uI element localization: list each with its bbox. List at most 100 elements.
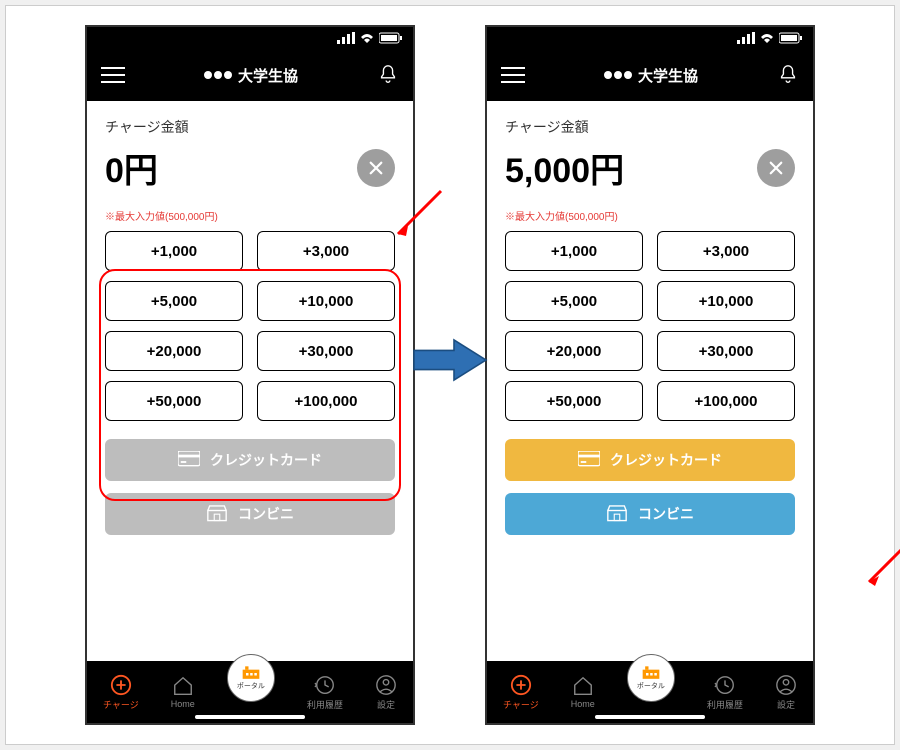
amount-button-grid: +1,000 +3,000 +5,000 +10,000 +20,000 +30…	[505, 231, 795, 421]
plus-circle-icon	[510, 674, 532, 696]
nav-portal-label: ポータル	[237, 681, 265, 691]
amount-btn-20000[interactable]: +20,000	[505, 331, 643, 371]
content-area: チャージ金額 0円 ※最大入力値(500,000円) +1,000 +3,000…	[87, 101, 413, 661]
amount-btn-100000[interactable]: +100,000	[257, 381, 395, 421]
portal-icon	[641, 666, 661, 680]
status-bar	[487, 27, 813, 49]
plus-circle-icon	[110, 674, 132, 696]
amount-btn-1000[interactable]: +1,000	[105, 231, 243, 271]
amount-btn-3000[interactable]: +3,000	[257, 231, 395, 271]
amount-btn-30000[interactable]: +30,000	[657, 331, 795, 371]
nav-home[interactable]: Home	[171, 675, 195, 709]
amount-btn-1000[interactable]: +1,000	[505, 231, 643, 271]
nav-settings-label: 設定	[777, 698, 795, 711]
app-header: 大学生協	[87, 49, 413, 101]
amount-btn-50000[interactable]: +50,000	[105, 381, 243, 421]
convenience-store-button[interactable]: コンビニ	[105, 493, 395, 535]
history-icon	[714, 674, 736, 696]
home-indicator	[195, 715, 305, 719]
annotation-arrow-icon	[861, 546, 900, 590]
wifi-icon	[759, 32, 775, 44]
amount-btn-5000[interactable]: +5,000	[505, 281, 643, 321]
bottom-nav: チャージ Home ポータル 利用履歴 設定	[87, 661, 413, 723]
status-bar	[87, 27, 413, 49]
menu-button[interactable]	[101, 67, 125, 83]
portal-icon	[241, 666, 261, 680]
convenience-store-label: コンビニ	[238, 504, 294, 524]
home-indicator	[595, 715, 705, 719]
person-icon	[775, 674, 797, 696]
annotation-arrow-icon	[386, 186, 446, 246]
nav-history-label: 利用履歴	[307, 698, 343, 711]
store-icon	[206, 505, 228, 523]
charge-amount-label: チャージ金額	[105, 117, 395, 137]
amount-btn-20000[interactable]: +20,000	[105, 331, 243, 371]
logo-dots-icon	[604, 71, 632, 79]
nav-portal-label: ポータル	[637, 681, 665, 691]
title-text: 大学生協	[238, 65, 298, 86]
nav-portal[interactable]: ポータル	[627, 654, 675, 702]
bell-icon[interactable]	[377, 64, 399, 86]
nav-home-label: Home	[571, 699, 595, 709]
max-input-note: ※最大入力値(500,000円)	[105, 208, 395, 223]
nav-charge-label: チャージ	[503, 698, 539, 711]
wifi-icon	[359, 32, 375, 44]
amount-btn-3000[interactable]: +3,000	[657, 231, 795, 271]
nav-home-label: Home	[171, 699, 195, 709]
signal-icon	[337, 32, 355, 44]
app-header: 大学生協	[487, 49, 813, 101]
battery-icon	[379, 32, 403, 44]
amount-btn-10000[interactable]: +10,000	[257, 281, 395, 321]
logo-dots-icon	[204, 71, 232, 79]
nav-charge[interactable]: チャージ	[503, 674, 539, 711]
content-area: チャージ金額 5,000円 ※最大入力値(500,000円) +1,000 +3…	[487, 101, 813, 661]
clear-button[interactable]	[757, 149, 795, 187]
amount-btn-10000[interactable]: +10,000	[657, 281, 795, 321]
bottom-nav: チャージ Home ポータル 利用履歴 設定	[487, 661, 813, 723]
clear-button[interactable]	[357, 149, 395, 187]
amount-btn-30000[interactable]: +30,000	[257, 331, 395, 371]
amount-display: 5,000円	[505, 143, 624, 192]
title-text: 大学生協	[638, 65, 698, 86]
credit-card-button[interactable]: クレジットカード	[505, 439, 795, 481]
nav-home[interactable]: Home	[571, 675, 595, 709]
transition-arrow-icon	[410, 335, 490, 385]
close-icon	[767, 159, 785, 177]
amount-btn-50000[interactable]: +50,000	[505, 381, 643, 421]
bell-icon[interactable]	[777, 64, 799, 86]
charge-amount-label: チャージ金額	[505, 117, 795, 137]
nav-charge[interactable]: チャージ	[103, 674, 139, 711]
nav-settings[interactable]: 設定	[375, 674, 397, 711]
credit-card-label: クレジットカード	[210, 450, 322, 470]
app-title: 大学生協	[204, 65, 298, 86]
nav-charge-label: チャージ	[103, 698, 139, 711]
nav-portal[interactable]: ポータル	[227, 654, 275, 702]
close-icon	[367, 159, 385, 177]
home-icon	[172, 675, 194, 697]
credit-card-label: クレジットカード	[610, 450, 722, 470]
credit-card-icon	[578, 451, 600, 469]
home-icon	[572, 675, 594, 697]
phone-after: 大学生協 チャージ金額 5,000円 ※最大入力値(500,000円) +1,0…	[485, 25, 815, 725]
nav-history[interactable]: 利用履歴	[307, 674, 343, 711]
comparison-canvas: 大学生協 チャージ金額 0円 ※最大入力値(500,000円) +1,000 +…	[5, 5, 895, 745]
history-icon	[314, 674, 336, 696]
menu-button[interactable]	[501, 67, 525, 83]
battery-icon	[779, 32, 803, 44]
convenience-store-button[interactable]: コンビニ	[505, 493, 795, 535]
amount-button-grid: +1,000 +3,000 +5,000 +10,000 +20,000 +30…	[105, 231, 395, 421]
app-title: 大学生協	[604, 65, 698, 86]
amount-btn-5000[interactable]: +5,000	[105, 281, 243, 321]
nav-settings[interactable]: 設定	[775, 674, 797, 711]
phone-before: 大学生協 チャージ金額 0円 ※最大入力値(500,000円) +1,000 +…	[85, 25, 415, 725]
convenience-store-label: コンビニ	[638, 504, 694, 524]
store-icon	[606, 505, 628, 523]
person-icon	[375, 674, 397, 696]
nav-history[interactable]: 利用履歴	[707, 674, 743, 711]
amount-btn-100000[interactable]: +100,000	[657, 381, 795, 421]
signal-icon	[737, 32, 755, 44]
nav-settings-label: 設定	[377, 698, 395, 711]
amount-display: 0円	[105, 143, 158, 192]
max-input-note: ※最大入力値(500,000円)	[505, 208, 795, 223]
credit-card-button[interactable]: クレジットカード	[105, 439, 395, 481]
